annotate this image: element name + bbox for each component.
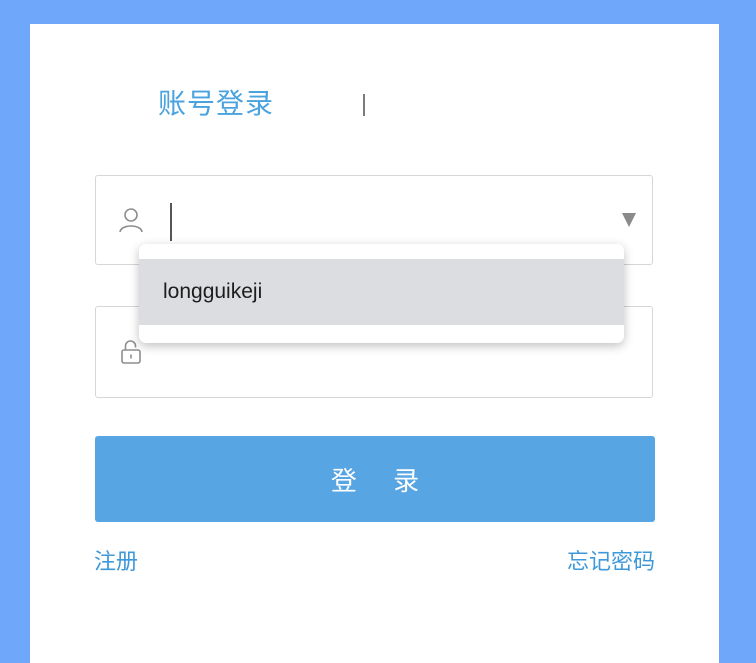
text-caret [170, 203, 172, 241]
user-icon [118, 207, 144, 233]
autocomplete-option[interactable]: longguikeji [139, 259, 624, 325]
login-card: 账号登录 登 录 注册 忘记密码 [30, 24, 719, 663]
forgot-password-link[interactable]: 忘记密码 [567, 544, 655, 576]
login-button[interactable]: 登 录 [95, 436, 655, 522]
tab-account-login[interactable]: 账号登录 [158, 82, 274, 122]
username-input[interactable] [180, 196, 604, 248]
register-link[interactable]: 注册 [94, 544, 138, 576]
tab-separator [363, 94, 365, 116]
autocomplete-dropdown: longguikeji [139, 244, 624, 343]
lock-icon [118, 339, 144, 365]
dropdown-arrow-icon[interactable] [622, 213, 636, 227]
